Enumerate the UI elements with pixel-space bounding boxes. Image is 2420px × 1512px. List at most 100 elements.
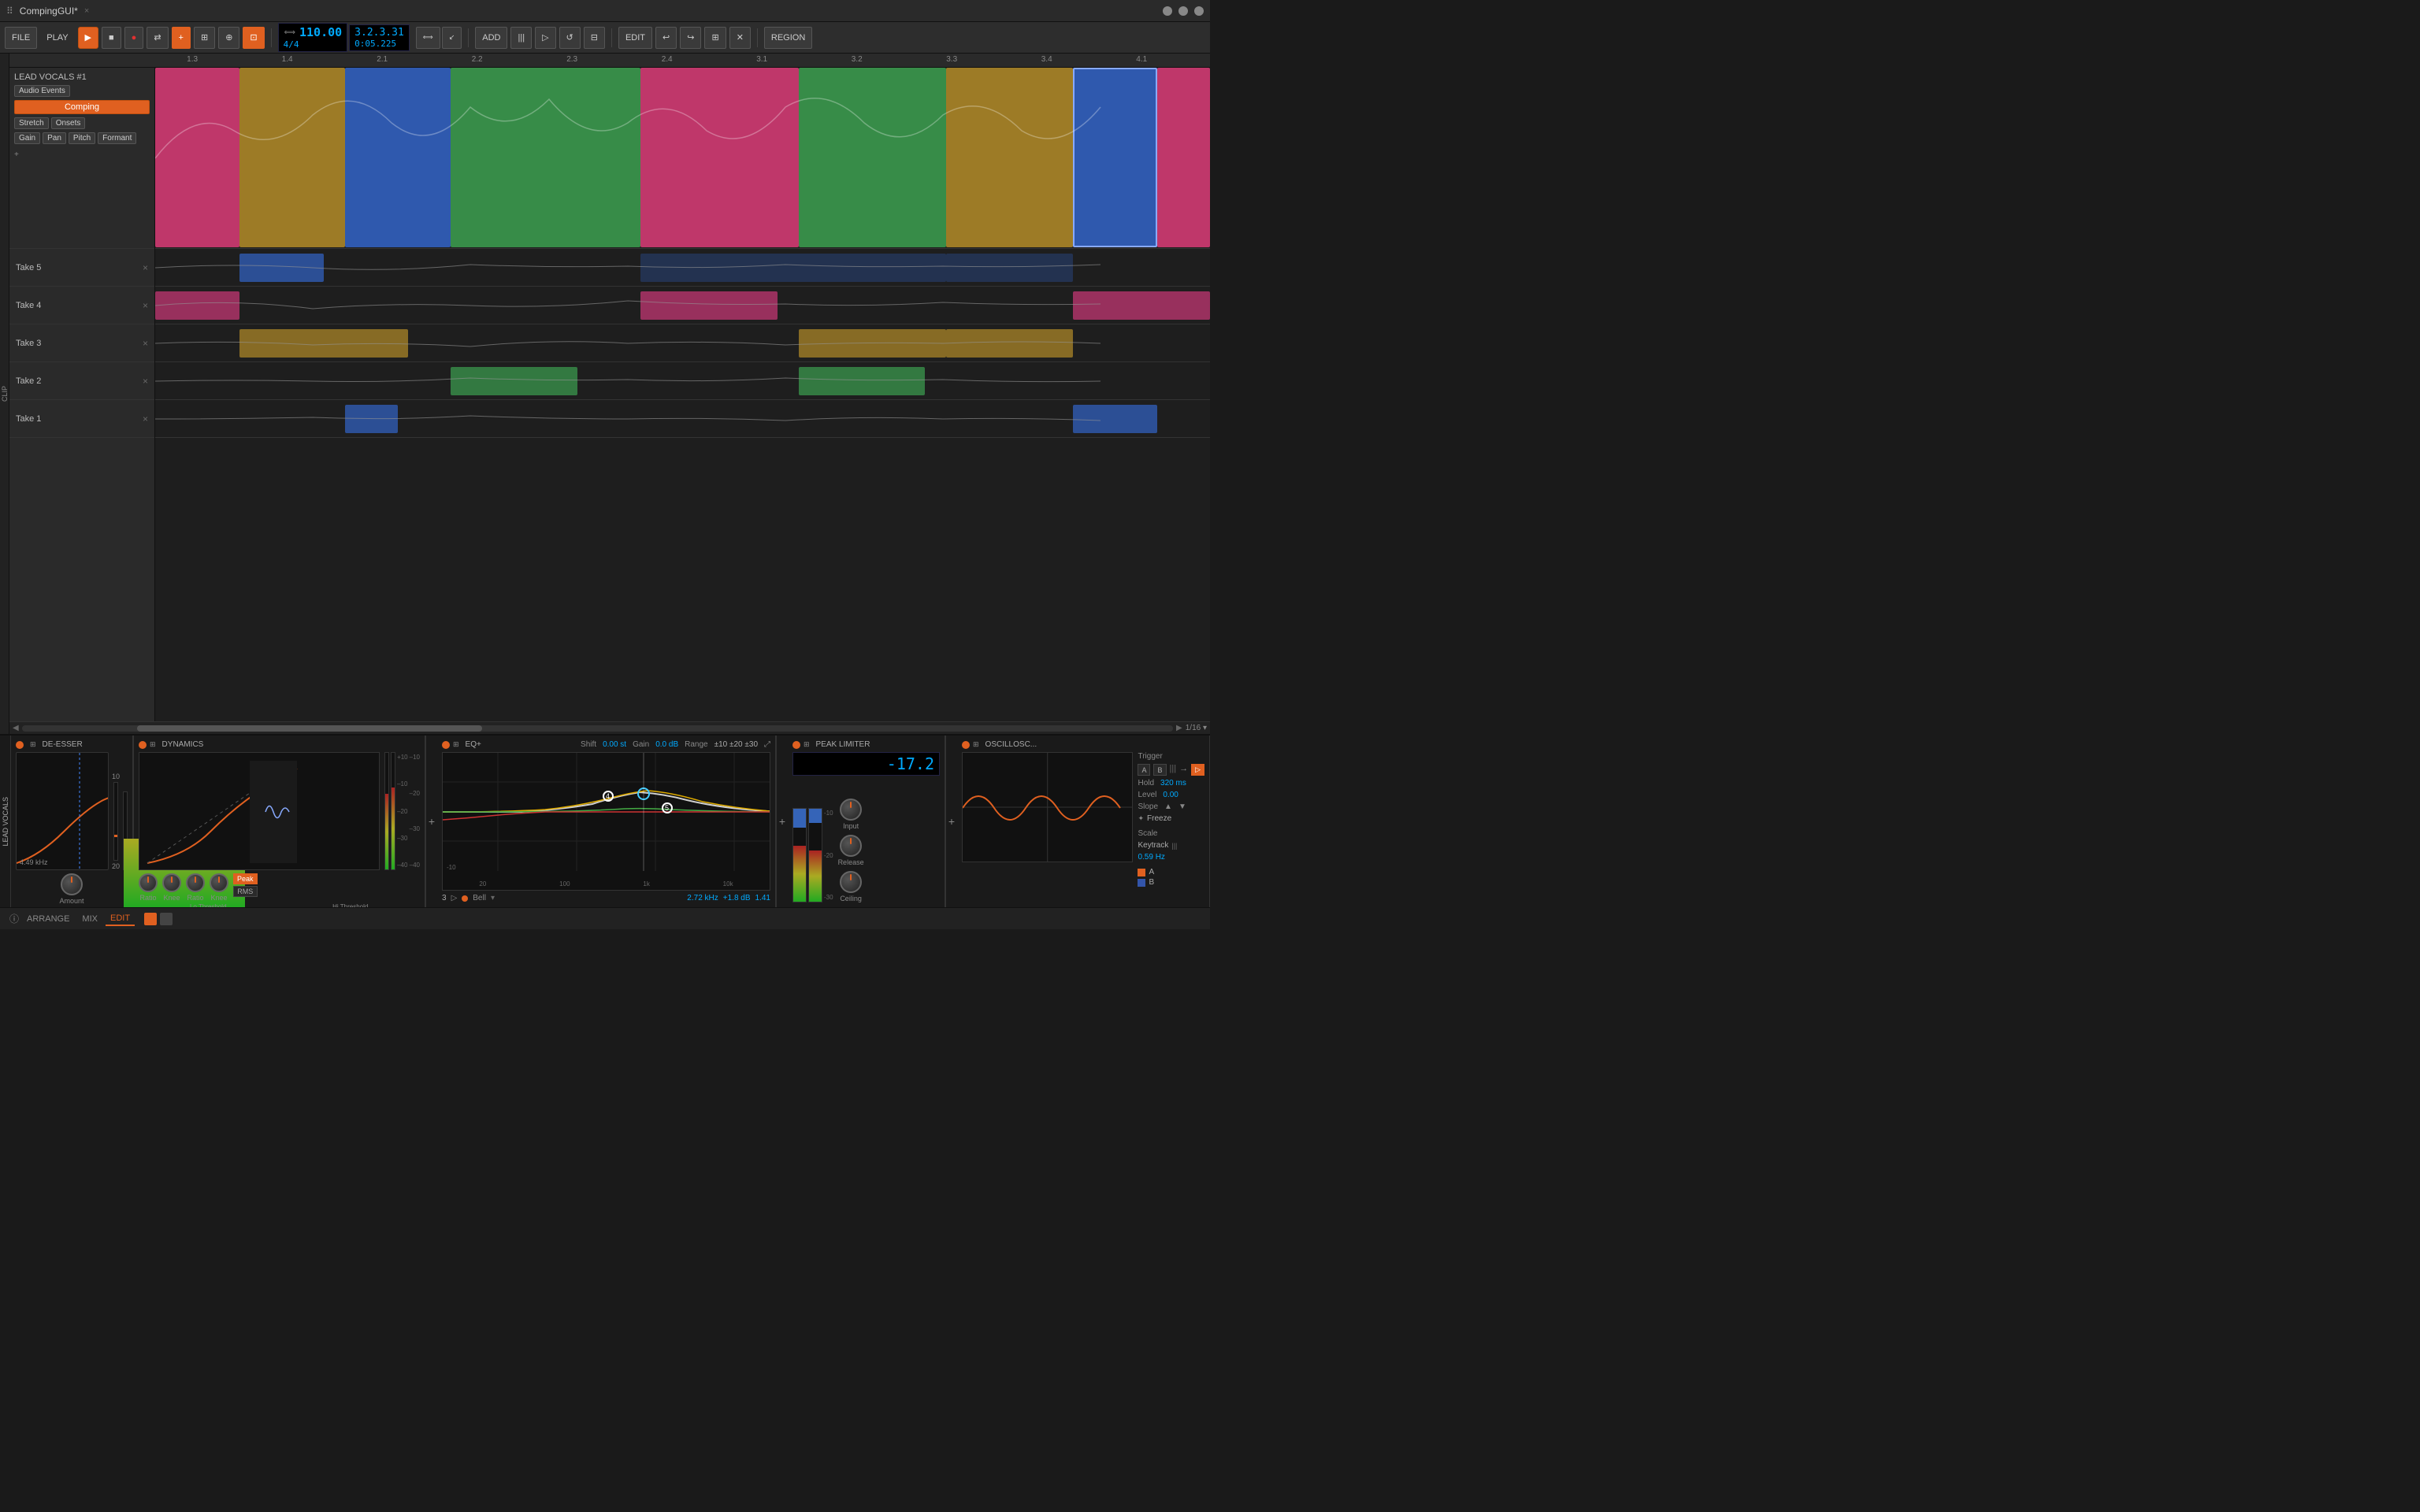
add-button[interactable]: ADD: [475, 27, 507, 49]
take3-header: Take 3 ×: [9, 324, 154, 362]
take5-close[interactable]: ×: [143, 262, 148, 273]
edit-button[interactable]: EDIT: [618, 27, 652, 49]
main-clip-row: [155, 68, 1210, 249]
stop-button[interactable]: ■: [102, 27, 121, 49]
dynamics-knee1-knob[interactable]: Knee: [162, 873, 181, 902]
play-label-button[interactable]: PLAY: [40, 27, 74, 49]
delete-button[interactable]: ✕: [729, 27, 751, 49]
trigger-label: Trigger: [1138, 752, 1162, 761]
sync-btn[interactable]: ⟺: [416, 27, 440, 49]
eq-band-play-icon[interactable]: ▷: [451, 894, 458, 902]
scrollbar-track[interactable]: [22, 725, 1173, 732]
add-plugin-btn[interactable]: +: [426, 736, 437, 907]
insert-button[interactable]: ⊕: [218, 27, 239, 49]
peak-limiter-module: ⊞ PEAK LIMITER -17.2 -10 -20: [788, 736, 945, 907]
peak-release-knob[interactable]: Release: [838, 835, 864, 866]
slope-up[interactable]: ▲: [1164, 802, 1172, 811]
comp-button[interactable]: ⊡: [243, 27, 264, 49]
take1-close[interactable]: ×: [143, 413, 148, 424]
scroll-right-btn[interactable]: ▶: [1176, 724, 1182, 732]
statusbar: ⓘ ARRANGE MIX EDIT: [0, 907, 1210, 929]
osc-b-btn[interactable]: B: [1153, 764, 1166, 776]
eq-q-value: 1.41: [755, 894, 770, 902]
win-maximize[interactable]: [1178, 6, 1188, 16]
track-content: [155, 68, 1210, 721]
return-button[interactable]: ↺: [559, 27, 581, 49]
info-icon: ⓘ: [9, 912, 19, 925]
pitch-button[interactable]: Pitch: [69, 132, 95, 144]
peak-ceiling-knob[interactable]: Ceiling: [840, 871, 862, 902]
stretch-button[interactable]: Stretch: [14, 117, 49, 129]
region-button[interactable]: REGION: [764, 27, 812, 49]
file-button[interactable]: FILE: [5, 27, 37, 49]
clip-button[interactable]: ⊞: [194, 27, 215, 49]
eq-expand-icon[interactable]: ⤢: [764, 740, 770, 749]
de-esser-module: ⊞ DE-ESSER 4.49 kHz 10 20: [11, 736, 133, 907]
play2-button[interactable]: ▷: [535, 27, 555, 49]
onsets-button[interactable]: Onsets: [51, 117, 86, 129]
peak-limiter-led[interactable]: [792, 741, 800, 749]
lead-vocals-vert-label: LEAD VOCALS: [2, 797, 9, 847]
ruler-mark-6: 2.4: [662, 55, 673, 64]
take3-waveform: [155, 324, 1210, 361]
win-minimize[interactable]: [1163, 6, 1172, 16]
copy-button[interactable]: ⊞: [704, 27, 726, 49]
rms-button[interactable]: RMS: [233, 886, 258, 897]
undo-button[interactable]: ↩: [655, 27, 677, 49]
dynamics-ratio1-knob[interactable]: Ratio: [139, 873, 158, 902]
take4-waveform: [155, 287, 1210, 324]
record-button[interactable]: ●: [124, 27, 144, 49]
eq-display[interactable]: 4 5 -10 20 100 1k 10k: [442, 752, 770, 891]
take3-close[interactable]: ×: [143, 338, 148, 349]
dynamics-led[interactable]: [139, 741, 147, 749]
take2-close[interactable]: ×: [143, 376, 148, 387]
comping-button[interactable]: Comping: [14, 100, 150, 114]
eq-bell-arrow[interactable]: ▾: [491, 894, 495, 902]
add-plugin-btn2[interactable]: +: [777, 736, 788, 907]
loop-button[interactable]: ⇄: [147, 27, 168, 49]
view-mode-buttons: [144, 913, 173, 925]
win-close[interactable]: [1194, 6, 1204, 16]
track-name: LEAD VOCALS #1: [14, 72, 87, 82]
sync-btn2[interactable]: ↙: [442, 27, 462, 49]
bar-button[interactable]: |||: [510, 27, 532, 49]
take5-waveform: [155, 249, 1210, 286]
play-button[interactable]: ▶: [78, 27, 98, 49]
peak-button[interactable]: Peak: [233, 873, 258, 884]
audio-events-button[interactable]: Audio Events: [14, 85, 70, 97]
folder-button[interactable]: ⊟: [584, 27, 605, 49]
osc-play-btn[interactable]: ▷: [1191, 764, 1204, 776]
de-esser-range-slider[interactable]: [113, 782, 118, 861]
add-track-button[interactable]: +: [172, 27, 191, 49]
dynamics-ratio2-knob[interactable]: Ratio: [186, 873, 205, 902]
dynamics-title: DYNAMICS: [162, 740, 204, 749]
eq-band-led[interactable]: [462, 895, 468, 902]
formant-button[interactable]: Formant: [98, 132, 136, 144]
freeze-label[interactable]: Freeze: [1147, 814, 1171, 823]
peak-release-label: Release: [838, 858, 864, 866]
view-split-btn[interactable]: [160, 913, 173, 925]
slope-label: Slope: [1138, 802, 1158, 811]
redo-button[interactable]: ↪: [680, 27, 701, 49]
edit-tab[interactable]: EDIT: [106, 912, 135, 926]
osc-a-btn[interactable]: A: [1138, 764, 1150, 776]
eq-led[interactable]: [442, 741, 450, 749]
mix-tab[interactable]: MIX: [77, 913, 102, 925]
de-esser-led[interactable]: [16, 741, 24, 749]
add-plugin-btn3[interactable]: +: [946, 736, 957, 907]
peak-input-knob[interactable]: Input: [840, 799, 862, 830]
ruler-mark-11: 4.1: [1136, 55, 1147, 64]
hi-threshold-label: Hi Threshold: [281, 903, 421, 907]
de-esser-amount-knob[interactable]: Amount: [59, 873, 84, 905]
dynamics-icon: ⊞: [150, 740, 156, 749]
take4-close[interactable]: ×: [143, 300, 148, 311]
view-single-btn[interactable]: [144, 913, 157, 925]
pan-button[interactable]: Pan: [43, 132, 66, 144]
dynamics-knee2-knob[interactable]: Knee: [210, 873, 228, 902]
slope-down[interactable]: ▼: [1178, 802, 1186, 811]
scrollbar-thumb[interactable]: [137, 725, 482, 732]
gain-button[interactable]: Gain: [14, 132, 40, 144]
oscilloscope-led[interactable]: [962, 741, 970, 749]
arrange-tab[interactable]: ARRANGE: [22, 913, 74, 925]
scroll-left-btn[interactable]: ◀: [13, 724, 19, 732]
